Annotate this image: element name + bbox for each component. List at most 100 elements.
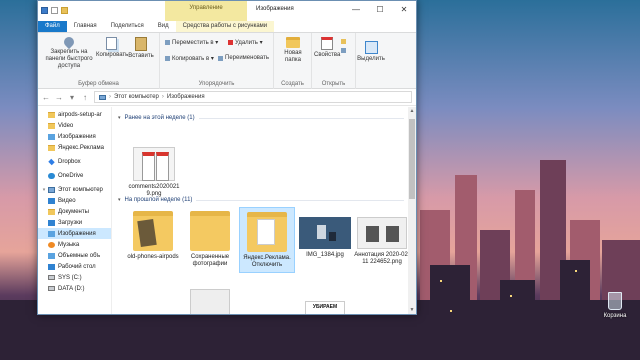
folder-icon bbox=[48, 122, 55, 129]
copy-to-button[interactable]: Копировать в ▾ bbox=[165, 55, 214, 62]
nav-item-dropbox[interactable]: Dropbox bbox=[38, 156, 111, 167]
scroll-down-icon[interactable]: ▼ bbox=[408, 306, 416, 314]
properties-qat-icon[interactable] bbox=[51, 7, 58, 14]
scrollbar-thumb[interactable] bbox=[409, 119, 415, 199]
paste-button[interactable]: Вставить bbox=[126, 37, 156, 60]
quick-access-toolbar bbox=[41, 7, 75, 14]
nav-item[interactable]: SYS (C:) bbox=[38, 272, 111, 283]
delete-button[interactable]: Удалить ▾ bbox=[228, 39, 263, 46]
new-folder-button[interactable]: Новая папка bbox=[276, 37, 310, 64]
new-folder-icon bbox=[286, 37, 300, 48]
nav-item[interactable]: Загрузки bbox=[38, 217, 111, 228]
move-to-button[interactable]: Переместить в ▾ bbox=[165, 39, 218, 46]
nav-item[interactable]: Музыка bbox=[38, 239, 111, 250]
nav-item[interactable]: Видео bbox=[38, 195, 111, 206]
tab-share[interactable]: Поделиться bbox=[104, 21, 151, 32]
file-name: IMG_1384.jpg bbox=[306, 252, 344, 258]
ribbon-tabs: Файл Главная Поделиться Вид Средства раб… bbox=[38, 21, 416, 33]
new-folder-qat-icon[interactable] bbox=[61, 7, 68, 14]
image-thumbnail bbox=[299, 217, 351, 249]
nav-item[interactable]: Документы bbox=[38, 206, 111, 217]
this-pc-icon bbox=[99, 94, 106, 100]
qat-dropdown-icon[interactable] bbox=[71, 7, 75, 14]
expand-chevron-icon[interactable]: ▾ bbox=[40, 187, 48, 193]
nav-item-label: Изображения bbox=[58, 230, 96, 237]
folder-item[interactable]: old-phones-airpods bbox=[125, 211, 181, 261]
group-header[interactable]: ▾ Ранее на этой неделе (1) bbox=[118, 115, 404, 121]
tab-picture-tools[interactable]: Средства работы с рисунками bbox=[175, 21, 275, 32]
videos-icon bbox=[48, 197, 55, 204]
nav-item-this-pc[interactable]: ▾ Этот компьютер bbox=[38, 184, 111, 195]
nav-item[interactable]: Video bbox=[38, 120, 111, 131]
move-label: Переместить в ▾ bbox=[172, 40, 219, 46]
3d-objects-icon bbox=[48, 252, 55, 259]
new-group-label: Создать bbox=[281, 81, 304, 87]
open-button[interactable] bbox=[341, 39, 346, 44]
desktop-icon bbox=[48, 263, 55, 270]
copy-button[interactable]: Копировать bbox=[96, 37, 128, 59]
minimize-button[interactable]: — bbox=[344, 1, 368, 21]
open-group-label: Открыть bbox=[321, 81, 346, 87]
nav-item[interactable]: Объемные объ bbox=[38, 250, 111, 261]
pictures-icon bbox=[48, 133, 55, 140]
rename-icon bbox=[218, 55, 223, 61]
tab-view[interactable]: Вид bbox=[151, 21, 176, 32]
nav-item-onedrive[interactable]: OneDrive bbox=[38, 170, 111, 181]
file-item[interactable]: IMG_1384.jpg bbox=[297, 217, 353, 259]
group-header[interactable]: ▾ На прошлой неделе (11) bbox=[118, 197, 404, 203]
nav-item-label: airpods-setup-ar bbox=[58, 111, 102, 118]
vertical-scrollbar[interactable]: ▲ ▼ bbox=[408, 107, 416, 314]
select-button[interactable]: Выделить bbox=[356, 41, 386, 63]
folder-item[interactable]: Сохраненные фотографии bbox=[182, 211, 238, 268]
file-item[interactable]: Аннотация 2020-02-11 224652.png bbox=[354, 217, 410, 266]
delete-label: Удалить ▾ bbox=[235, 40, 263, 46]
copy-to-label: Копировать в ▾ bbox=[172, 56, 214, 62]
image-thumbnail bbox=[357, 217, 407, 249]
file-name: Сохраненные фотографии bbox=[190, 254, 230, 267]
scroll-up-icon[interactable]: ▲ bbox=[408, 107, 416, 115]
nav-item[interactable]: Изображения bbox=[38, 131, 111, 142]
recent-locations-button[interactable]: ▾ bbox=[68, 93, 76, 102]
breadcrumb-this-pc[interactable]: Этот компьютер bbox=[114, 94, 159, 100]
file-item[interactable]: comments20200219.png bbox=[126, 147, 182, 198]
address-bar[interactable]: › Этот компьютер › Изображения bbox=[94, 91, 412, 103]
file-list: ▾ Ранее на этой неделе (1) comments20200… bbox=[112, 107, 416, 314]
edit-button[interactable] bbox=[341, 48, 346, 53]
drive-icon bbox=[48, 275, 55, 280]
window-controls: — ☐ ✕ bbox=[344, 1, 416, 21]
nav-item-label: Объемные объ bbox=[58, 252, 101, 259]
up-button[interactable]: ↑ bbox=[81, 93, 89, 102]
nav-item[interactable]: DATA (D:) bbox=[38, 283, 111, 294]
nav-item[interactable]: Яндекс.Реклама bbox=[38, 142, 111, 153]
pin-icon bbox=[61, 34, 77, 50]
this-pc-icon bbox=[48, 186, 55, 193]
close-button[interactable]: ✕ bbox=[392, 1, 416, 21]
recycle-bin-label: Корзина bbox=[603, 313, 627, 319]
file-item[interactable]: УБИРАЕМ bbox=[297, 301, 353, 314]
nav-item-pictures-selected[interactable]: Изображения bbox=[38, 228, 111, 239]
nav-item-label: Документы bbox=[58, 208, 89, 215]
recycle-bin-desktop-icon[interactable]: Корзина bbox=[600, 292, 630, 319]
folder-item-selected[interactable]: Яндекс.Реклама. Отключить bbox=[239, 207, 295, 273]
forward-button[interactable]: → bbox=[55, 93, 63, 102]
copy-to-icon bbox=[165, 56, 170, 61]
file-name: Яндекс.Реклама. Отключить bbox=[243, 255, 291, 268]
rename-button[interactable]: Переименовать bbox=[218, 55, 269, 61]
back-button[interactable]: ← bbox=[42, 93, 50, 102]
tab-home[interactable]: Главная bbox=[67, 21, 104, 32]
open-icon bbox=[341, 39, 346, 44]
breadcrumb-pictures[interactable]: Изображения bbox=[167, 94, 205, 100]
nav-item[interactable]: Рабочий стол bbox=[38, 261, 111, 272]
tab-file[interactable]: Файл bbox=[38, 21, 67, 32]
drive-icon bbox=[48, 286, 55, 291]
copy-icon bbox=[105, 37, 117, 50]
select-group: Выделить bbox=[356, 33, 386, 89]
explorer-body: airpods-setup-ar Video Изображения Яндек… bbox=[38, 107, 416, 314]
context-tab-header: Управление bbox=[165, 1, 247, 21]
properties-button[interactable]: Свойства bbox=[314, 37, 340, 59]
nav-item[interactable]: airpods-setup-ar bbox=[38, 109, 111, 120]
maximize-button[interactable]: ☐ bbox=[368, 1, 392, 21]
organize-group-label: Упорядочить bbox=[198, 81, 235, 87]
pin-quick-access-button[interactable]: Закрепить на панели быстрого доступа bbox=[40, 34, 98, 70]
file-item[interactable] bbox=[182, 289, 238, 314]
